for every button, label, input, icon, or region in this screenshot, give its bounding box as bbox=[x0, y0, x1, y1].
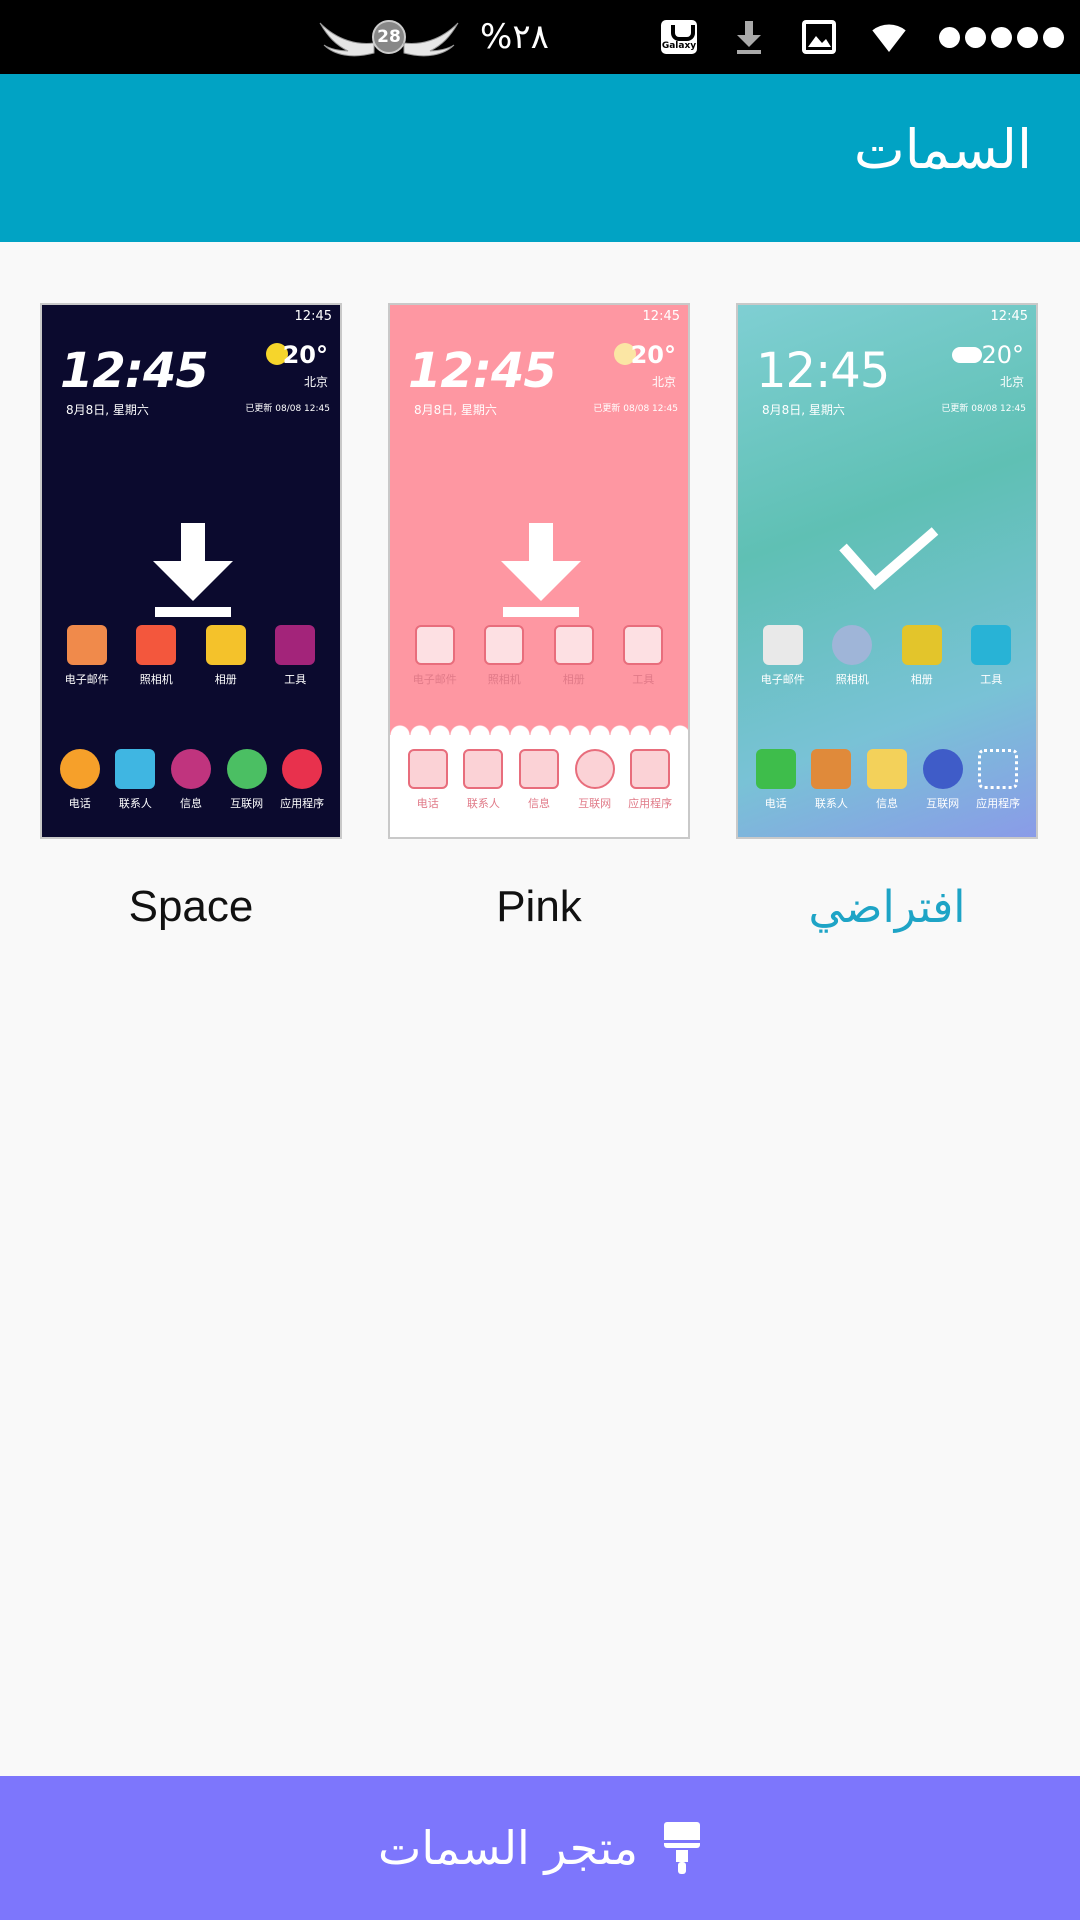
download-icon bbox=[153, 523, 233, 617]
preview-app: 工具 bbox=[621, 625, 665, 687]
preview-app: 应用程序 bbox=[628, 749, 672, 811]
preview-app: 电话 bbox=[406, 749, 450, 811]
preview-temp: 20° bbox=[981, 341, 1024, 369]
preview-app: 信息 bbox=[517, 749, 561, 811]
galaxy-label: Galaxy bbox=[661, 41, 697, 51]
preview-app: 工具 bbox=[273, 625, 317, 687]
status-bar: 28 %٢٨ Galaxy bbox=[0, 0, 1080, 74]
preview-app: 联系人 bbox=[809, 749, 853, 811]
theme-store-button[interactable]: متجر السمات bbox=[0, 1776, 1080, 1920]
preview-temp: 20° bbox=[630, 341, 676, 369]
preview-app: 电子邮件 bbox=[65, 625, 109, 687]
preview-dock-row: 电话 联系人 信息 互联网 应用程序 bbox=[52, 749, 330, 811]
theme-card-pink[interactable]: 12:45 12:45 8月8日, 星期六 20° 北京 已更新 08/08 1… bbox=[388, 303, 690, 839]
right-wing-icon bbox=[403, 22, 459, 57]
preview-status-time: 12:45 bbox=[990, 309, 1028, 324]
preview-app: 信息 bbox=[169, 749, 213, 811]
preview-clock: 12:45 bbox=[756, 343, 890, 399]
preview-app: 互联网 bbox=[921, 749, 965, 811]
preview-app: 联系人 bbox=[113, 749, 157, 811]
preview-app: 联系人 bbox=[461, 749, 505, 811]
themes-screen: 28 %٢٨ Galaxy السمات 12:45 12:45 8月8日, 星… bbox=[0, 0, 1080, 1920]
preview-icon-row: 电子邮件 照相机 相册 工具 bbox=[748, 625, 1026, 687]
paint-brush-icon bbox=[663, 1822, 700, 1874]
preview-clock: 12:45 bbox=[60, 343, 209, 399]
preview-app: 应用程序 bbox=[280, 749, 324, 811]
signal-dots-icon bbox=[939, 26, 1064, 48]
app-bar: السمات bbox=[0, 74, 1080, 242]
preview-app: 照相机 bbox=[830, 625, 874, 687]
preview-dock-row: 电话 联系人 信息 互联网 应用程序 bbox=[400, 749, 678, 811]
check-icon bbox=[839, 527, 939, 591]
image-icon bbox=[799, 17, 839, 57]
preview-app: 电话 bbox=[754, 749, 798, 811]
preview-app: 信息 bbox=[865, 749, 909, 811]
wings-badge-icon: 28 bbox=[318, 15, 460, 59]
preview-app: 应用程序 bbox=[976, 749, 1020, 811]
cloud-icon bbox=[952, 347, 982, 363]
preview-app: 相册 bbox=[552, 625, 596, 687]
preview-icon-row: 电子邮件 照相机 相册 工具 bbox=[400, 625, 678, 687]
preview-app: 相册 bbox=[900, 625, 944, 687]
preview-updated: 已更新 08/08 12:45 bbox=[593, 404, 678, 414]
badge-count: 28 bbox=[372, 20, 406, 54]
download-icon bbox=[501, 523, 581, 617]
galaxy-app-icon: Galaxy bbox=[659, 17, 699, 57]
preview-date: 8月8日, 星期六 bbox=[414, 403, 497, 417]
preview-updated: 已更新 08/08 12:45 bbox=[941, 404, 1026, 414]
left-wing-icon bbox=[319, 22, 375, 57]
preview-temp: 20° bbox=[282, 341, 328, 369]
preview-city: 北京 bbox=[651, 375, 676, 389]
theme-store-label: متجر السمات bbox=[378, 1821, 638, 1875]
theme-name-space[interactable]: Space bbox=[40, 882, 342, 932]
battery-percent: %٢٨ bbox=[480, 17, 549, 57]
preview-city: 北京 bbox=[303, 375, 328, 389]
theme-card-default[interactable]: 12:45 12:45 8月8日, 星期六 20° 北京 已更新 08/08 1… bbox=[736, 303, 1038, 839]
preview-date: 8月8日, 星期六 bbox=[66, 403, 149, 417]
theme-card-space[interactable]: 12:45 12:45 8月8日, 星期六 20° 北京 已更新 08/08 1… bbox=[40, 303, 342, 839]
preview-app: 互联网 bbox=[573, 749, 617, 811]
page-title: السمات bbox=[853, 118, 1032, 181]
status-center: 28 %٢٨ bbox=[318, 8, 549, 66]
preview-app: 照相机 bbox=[134, 625, 178, 687]
status-icons: Galaxy bbox=[659, 10, 1064, 64]
preview-clock: 12:45 bbox=[408, 343, 557, 399]
preview-app: 工具 bbox=[969, 625, 1013, 687]
preview-app: 互联网 bbox=[225, 749, 269, 811]
wifi-icon bbox=[869, 17, 909, 57]
preview-status-time: 12:45 bbox=[294, 309, 332, 324]
preview-app: 电子邮件 bbox=[413, 625, 457, 687]
download-icon bbox=[729, 17, 769, 57]
preview-app: 电子邮件 bbox=[761, 625, 805, 687]
theme-name-default[interactable]: افتراضي bbox=[736, 882, 1038, 933]
preview-date: 8月8日, 星期六 bbox=[762, 403, 845, 417]
preview-status-time: 12:45 bbox=[642, 309, 680, 324]
preview-app: 相册 bbox=[204, 625, 248, 687]
preview-app: 电话 bbox=[58, 749, 102, 811]
theme-name-pink[interactable]: Pink bbox=[388, 882, 690, 932]
preview-app: 照相机 bbox=[482, 625, 526, 687]
preview-city: 北京 bbox=[999, 375, 1024, 389]
preview-icon-row: 电子邮件 照相机 相册 工具 bbox=[52, 625, 330, 687]
preview-dock-row: 电话 联系人 信息 互联网 应用程序 bbox=[748, 749, 1026, 811]
preview-updated: 已更新 08/08 12:45 bbox=[245, 404, 330, 414]
